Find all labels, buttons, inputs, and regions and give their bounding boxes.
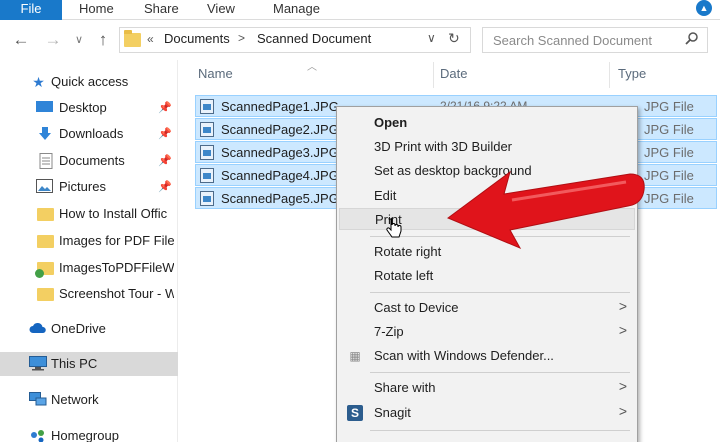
submenu-arrow-icon: > <box>618 322 627 338</box>
sidebar-item-homegroup[interactable]: Homegroup <box>0 424 178 442</box>
navigation-pane: ★ Quick access Desktop 📌 Downloads 📌 Doc… <box>0 60 178 442</box>
cloud-icon <box>29 321 46 337</box>
snagit-icon: S <box>347 405 363 421</box>
sidebar-item-folder[interactable]: Screenshot Tour - W <box>0 282 178 306</box>
sidebar-item-network[interactable]: Network <box>0 388 178 412</box>
computer-icon <box>29 356 47 372</box>
folder-icon <box>37 208 54 221</box>
pin-icon[interactable]: 📌 <box>158 101 172 114</box>
back-button[interactable]: ← <box>10 29 32 51</box>
menu-separator <box>370 372 630 373</box>
breadcrumb-documents[interactable]: Documents <box>164 31 230 46</box>
menu-item-rotate-left[interactable]: Rotate left <box>339 265 635 287</box>
star-icon: ★ <box>32 74 45 90</box>
sidebar-item-pictures[interactable]: Pictures 📌 <box>0 175 178 199</box>
menu-item-cast-to-device[interactable]: Cast to Device > <box>339 297 635 319</box>
pin-icon[interactable]: 📌 <box>158 154 172 167</box>
recent-locations-button[interactable]: ∨ <box>68 29 90 51</box>
menu-item-share-with[interactable]: Share with > <box>339 377 635 399</box>
image-file-icon <box>200 168 214 183</box>
sidebar-item-onedrive[interactable]: OneDrive <box>0 317 178 341</box>
submenu-arrow-icon: > <box>618 298 627 314</box>
folder-icon <box>124 30 141 47</box>
sidebar-item-folder[interactable]: ImagesToPDFFileWi <box>0 256 178 280</box>
sidebar-item-downloads[interactable]: Downloads 📌 <box>0 122 178 146</box>
tab-manage[interactable]: Manage <box>273 0 320 20</box>
pictures-icon <box>36 179 53 195</box>
red-arrow-annotation <box>446 170 645 250</box>
network-icon <box>29 392 47 408</box>
breadcrumb-overflow[interactable]: « <box>147 32 154 46</box>
sync-status-icon <box>35 269 44 278</box>
breadcrumb-separator[interactable]: > <box>238 31 245 45</box>
menu-item-open[interactable]: Open <box>339 112 635 134</box>
forward-button[interactable]: → <box>42 29 64 51</box>
menu-item-3d-print[interactable]: 3D Print with 3D Builder <box>339 136 635 158</box>
folder-icon <box>37 288 54 301</box>
mouse-cursor-icon <box>386 218 402 238</box>
address-bar[interactable]: « Documents > Scanned Document ∨ ↻ <box>119 27 471 53</box>
address-dropdown[interactable]: ∨ <box>427 31 436 45</box>
defender-icon: ▦ <box>349 349 361 363</box>
image-file-icon <box>200 145 214 160</box>
breadcrumb-scanned-document[interactable]: Scanned Document <box>257 31 371 46</box>
menu-item-scan-defender[interactable]: ▦ Scan with Windows Defender... <box>339 345 635 367</box>
image-file-icon <box>200 191 214 206</box>
search-box[interactable]: Search Scanned Document <box>482 27 708 53</box>
menu-item-7zip[interactable]: 7-Zip > <box>339 321 635 343</box>
pin-icon[interactable]: 📌 <box>158 127 172 140</box>
tab-home[interactable]: Home <box>79 0 114 20</box>
context-menu: Open 3D Print with 3D Builder Set as des… <box>336 106 638 442</box>
download-icon <box>36 126 53 142</box>
sidebar-item-documents[interactable]: Documents 📌 <box>0 149 178 173</box>
sidebar-item-this-pc[interactable]: This PC <box>0 352 178 376</box>
image-file-icon <box>200 122 214 137</box>
refresh-icon[interactable]: ↻ <box>448 30 460 47</box>
ribbon-tabs: File Home Share View Manage ▲ <box>0 0 720 20</box>
folder-icon <box>37 235 54 248</box>
sort-ascending-icon: ︿ <box>307 62 317 73</box>
column-divider[interactable] <box>433 62 434 88</box>
navigation-bar: ← → ∨ ↑ « Documents > Scanned Document ∨… <box>0 20 720 60</box>
column-header-date[interactable]: Date <box>440 66 467 81</box>
sidebar-item-folder[interactable]: Images for PDF File <box>0 229 178 253</box>
submenu-arrow-icon: > <box>618 403 627 419</box>
document-icon <box>37 153 54 169</box>
homegroup-icon <box>29 428 46 442</box>
column-header-name[interactable]: Name <box>198 66 233 81</box>
menu-separator <box>370 430 630 431</box>
column-divider[interactable] <box>609 62 610 88</box>
help-icon[interactable]: ▲ <box>696 0 712 16</box>
pin-icon[interactable]: 📌 <box>158 180 172 193</box>
desktop-icon <box>36 100 53 116</box>
menu-item-snagit[interactable]: S Snagit > <box>339 402 635 424</box>
tab-view[interactable]: View <box>207 0 235 20</box>
column-header-type[interactable]: Type <box>618 66 646 81</box>
tab-file[interactable]: File <box>0 0 62 20</box>
sidebar-item-desktop[interactable]: Desktop 📌 <box>0 96 178 120</box>
menu-separator <box>370 292 630 293</box>
tab-share[interactable]: Share <box>144 0 179 20</box>
search-input[interactable]: Search Scanned Document <box>493 33 652 48</box>
sidebar-item-folder[interactable]: How to Install Offic <box>0 202 178 226</box>
search-icon[interactable] <box>685 31 699 48</box>
sidebar-item-quick-access[interactable]: ★ Quick access <box>0 70 178 94</box>
submenu-arrow-icon: > <box>618 378 627 394</box>
up-button[interactable]: ↑ <box>92 29 114 51</box>
image-file-icon <box>200 99 214 114</box>
